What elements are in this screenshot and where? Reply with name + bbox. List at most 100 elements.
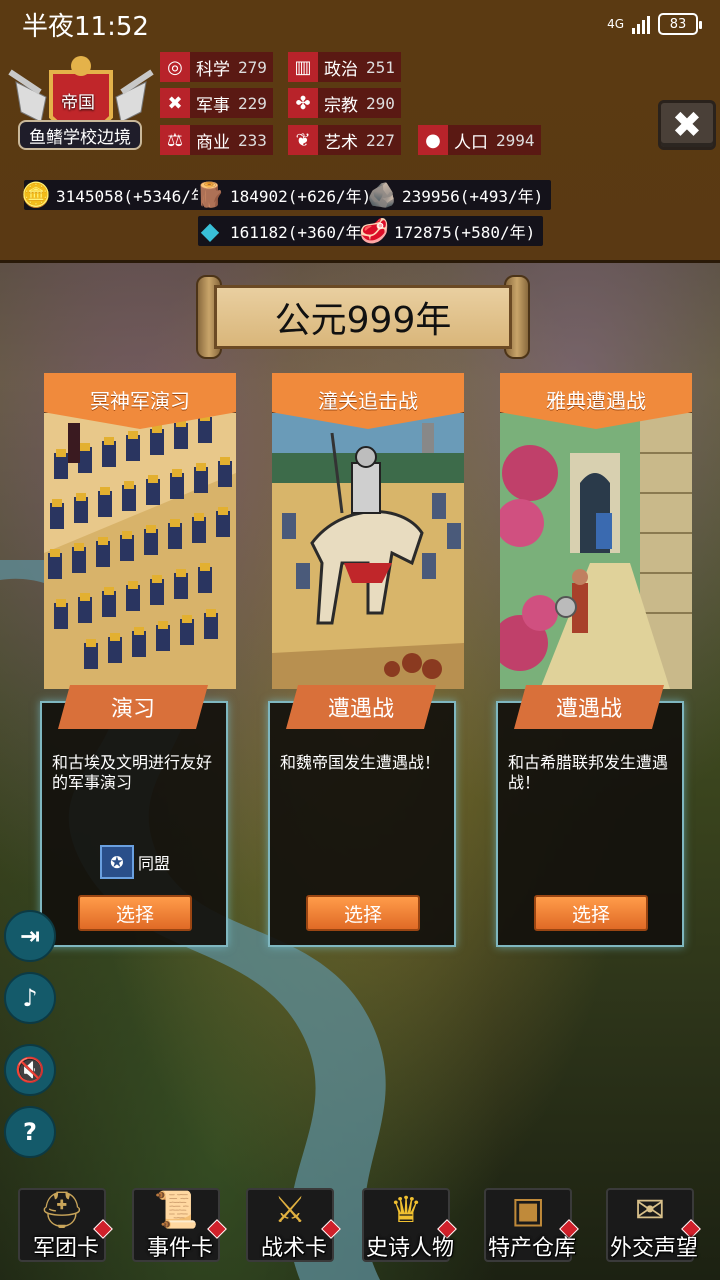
- card-description: 和魏帝国发生遭遇战！: [280, 753, 441, 772]
- religion-icon: ✤: [288, 88, 318, 118]
- nav-label: 特产仓库: [487, 1236, 576, 1261]
- nav-label: 军团卡: [32, 1236, 99, 1261]
- card-info-panel: 和魏帝国发生遭遇战！ 选择: [268, 701, 456, 947]
- nav-specialty-warehouse[interactable]: ▣ 特产仓库: [476, 1180, 588, 1270]
- resource-value: 3145058(+5346/年: [56, 187, 207, 206]
- stat-value: 227: [366, 130, 395, 150]
- resource-value: 184902(+626/年): [230, 187, 372, 206]
- stat-religion[interactable]: ✤ 宗教 290: [288, 88, 401, 118]
- resource-tech[interactable]: ◆ 161182(+360/年): [198, 216, 380, 246]
- stat-label: 人口: [454, 132, 488, 153]
- alliance-icon: ✪: [100, 845, 134, 879]
- stat-population[interactable]: ● 人口 2994: [418, 125, 541, 155]
- military-icon: ✖: [160, 88, 190, 118]
- card-info-panel: 和古埃及文明进行友好的军事演习 ✪ 同盟 选择: [40, 701, 228, 947]
- battery-level: 83: [669, 16, 687, 32]
- stat-value: 233: [238, 130, 267, 150]
- nav-epic-characters[interactable]: ♛ 史诗人物: [354, 1180, 466, 1270]
- stat-label: 商业: [196, 132, 230, 153]
- stone-icon: 🪨: [367, 181, 397, 209]
- tech-crystal-icon: ◆: [200, 217, 220, 245]
- card-art-knight-charge: [272, 413, 464, 689]
- sound-off-icon: 🔇: [15, 1056, 45, 1084]
- resource-wood[interactable]: 🪵 184902(+626/年): [195, 180, 380, 210]
- meat-icon: 🥩: [359, 217, 389, 245]
- resource-value: 239956(+493/年): [402, 187, 544, 206]
- empire-stats-panel: 帝国 鱼鳍学校边境 ◎ 科学 279 ▥ 政治 251 ✖ 军事 229 ✤ 宗…: [0, 48, 720, 263]
- stat-label: 艺术: [324, 132, 358, 153]
- stat-label: 科学: [196, 59, 230, 80]
- ally-label: 同盟: [138, 854, 171, 873]
- nav-tactic-cards[interactable]: ⚔ 战术卡: [238, 1180, 350, 1270]
- resource-gold[interactable]: 🪙 3145058(+5346/年: [21, 180, 215, 210]
- event-card-1[interactable]: 冥神军演习 和古埃及文明进行友好的军事演习 ✪ 同盟 选择 演习: [40, 373, 236, 948]
- card-art-army-drill: [44, 413, 236, 689]
- nav-label: 战术卡: [260, 1236, 327, 1261]
- choose-button[interactable]: 选择: [78, 895, 192, 931]
- status-time: 半夜11:52: [22, 11, 149, 42]
- nav-diplomatic-reputation[interactable]: ✉ 外交声望: [598, 1180, 710, 1270]
- card-info-panel: 和古希腊联邦发生遭遇战！ 选择: [496, 701, 684, 947]
- stat-art[interactable]: ❦ 艺术 227: [288, 125, 401, 155]
- nav-label: 外交声望: [609, 1236, 698, 1261]
- choose-button[interactable]: 选择: [306, 895, 420, 931]
- stat-value: 290: [366, 93, 395, 113]
- exit-button[interactable]: ⇥: [4, 910, 56, 962]
- art-icon: ❦: [288, 125, 318, 155]
- sound-toggle-button[interactable]: 🔇: [4, 1044, 56, 1096]
- card-image-frame: 雅典遭遇战: [500, 373, 692, 689]
- resource-meat[interactable]: 🥩 172875(+580/年): [359, 216, 544, 246]
- gold-icon: 🪙: [21, 181, 51, 209]
- resource-value: 161182(+360/年): [230, 223, 372, 242]
- nav-label: 史诗人物: [365, 1236, 454, 1261]
- stat-military[interactable]: ✖ 军事 229: [160, 88, 273, 118]
- commerce-icon: ⚖: [160, 125, 190, 155]
- music-off-icon: ♪: [22, 984, 38, 1012]
- ally-tag: ✪ 同盟: [100, 845, 170, 879]
- stat-commerce[interactable]: ⚖ 商业 233: [160, 125, 273, 155]
- help-icon: ?: [23, 1118, 37, 1146]
- emblem-title: 帝国: [61, 93, 95, 113]
- stat-value: 251: [366, 57, 395, 77]
- nav-event-cards[interactable]: 📜 事件卡: [124, 1180, 236, 1270]
- wood-icon: 🪵: [195, 181, 225, 209]
- choose-button[interactable]: 选择: [534, 895, 648, 931]
- stat-science[interactable]: ◎ 科学 279: [160, 52, 273, 82]
- card-image-frame: 冥神军演习: [44, 373, 236, 689]
- population-icon: ●: [418, 125, 448, 155]
- stat-politics[interactable]: ▥ 政治 251: [288, 52, 401, 82]
- network-type: 4G: [607, 17, 624, 31]
- music-toggle-button[interactable]: ♪: [4, 972, 56, 1024]
- nav-label: 事件卡: [146, 1236, 213, 1261]
- card-description: 和古希腊联邦发生遭遇战！: [508, 753, 669, 792]
- resource-value: 172875(+580/年): [394, 223, 536, 242]
- nav-legion-cards[interactable]: ⛑ 军团卡: [10, 1180, 122, 1270]
- card-art-athens-encounter: [500, 413, 692, 689]
- science-icon: ◎: [160, 52, 190, 82]
- stat-label: 宗教: [324, 95, 358, 116]
- year-banner: 公元999年: [196, 275, 530, 359]
- card-image-frame: 潼关追击战: [272, 373, 464, 689]
- politics-icon: ▥: [288, 52, 318, 82]
- resource-stone[interactable]: 🪨 239956(+493/年): [367, 180, 552, 210]
- stat-value: 279: [238, 57, 267, 77]
- card-type-label: 遭遇战: [514, 685, 664, 729]
- stat-value: 2994: [496, 130, 535, 150]
- status-bar: 半夜11:52 4G 83: [0, 0, 720, 48]
- stat-value: 229: [238, 93, 267, 113]
- status-indicators: 4G 83: [607, 13, 702, 35]
- nation-name: 鱼鳍学校边境: [18, 120, 142, 150]
- close-button[interactable]: ✖: [658, 100, 716, 150]
- year-text: 公元999年: [214, 285, 512, 349]
- stat-label: 政治: [324, 59, 358, 80]
- help-button[interactable]: ?: [4, 1106, 56, 1158]
- event-card-3[interactable]: 雅典遭遇战 和古希腊联邦发生遭遇战！ 选择 遭遇战: [496, 373, 692, 948]
- battery-icon: 83: [658, 13, 702, 35]
- card-description: 和古埃及文明进行友好的军事演习: [52, 753, 213, 792]
- card-type-label: 遭遇战: [286, 685, 436, 729]
- signal-icon: [632, 14, 650, 34]
- exit-icon: ⇥: [19, 922, 41, 950]
- card-type-label: 演习: [58, 685, 208, 729]
- stat-label: 军事: [196, 95, 230, 116]
- event-card-2[interactable]: 潼关追击战 和魏帝国发生遭遇战！ 选择 遭遇战: [268, 373, 464, 948]
